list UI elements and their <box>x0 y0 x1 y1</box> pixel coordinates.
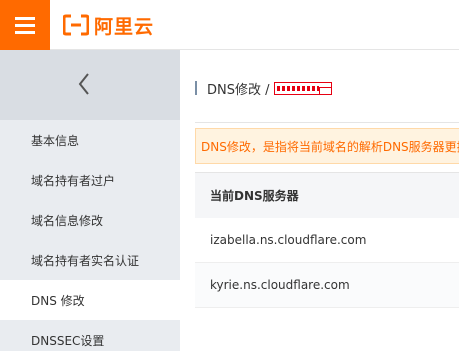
notice-text: DNS修改，是指将当前域名的解析DNS服务器更换 <box>201 139 459 154</box>
table-row: kyrie.ns.cloudflare.com <box>195 263 459 308</box>
dns-server-table: 当前DNS服务器 izabella.ns.cloudflare.com kyri… <box>195 172 459 308</box>
dns-server-value: izabella.ns.cloudflare.com <box>210 233 367 247</box>
sidebar-item-label: DNS 修改 <box>31 293 85 308</box>
dns-server-value: kyrie.ns.cloudflare.com <box>210 278 350 292</box>
menu-button[interactable] <box>0 0 50 50</box>
main-content: DNS修改 / DNS修改，是指将当前域名的解析DNS服务器更换 当前DNS服务… <box>180 50 459 351</box>
breadcrumb-current: DNS修改 / <box>207 82 270 98</box>
chevron-left-icon <box>78 73 89 95</box>
aliyun-logo-icon <box>62 14 90 36</box>
divider <box>195 122 459 123</box>
table-header: 当前DNS服务器 <box>195 173 459 218</box>
breadcrumb: DNS修改 / <box>195 80 332 98</box>
sidebar-item-dns-modify[interactable]: DNS 修改 <box>0 280 180 320</box>
sidebar-item-domain-info-edit[interactable]: 域名信息修改 <box>0 200 180 240</box>
sidebar-item-label: DNSSEC设置 <box>31 333 105 348</box>
sidebar: 基本信息 域名持有者过户 域名信息修改 域名持有者实名认证 DNS 修改 DNS… <box>0 50 180 351</box>
sidebar-item-label: 域名持有者过户 <box>31 173 116 188</box>
sidebar-item-dnssec[interactable]: DNSSEC设置 <box>0 320 180 360</box>
table-header-label: 当前DNS服务器 <box>210 189 299 203</box>
sidebar-item-holder-transfer[interactable]: 域名持有者过户 <box>0 160 180 200</box>
sidebar-item-label: 基本信息 <box>31 133 80 148</box>
table-row: izabella.ns.cloudflare.com <box>195 218 459 263</box>
logo-text: 阿里云 <box>94 15 155 38</box>
sidebar-item-label: 域名信息修改 <box>31 213 104 228</box>
dns-notice-banner: DNS修改，是指将当前域名的解析DNS服务器更换 <box>195 128 459 164</box>
aliyun-logo[interactable]: 阿里云 <box>62 11 155 39</box>
hamburger-menu-icon-line <box>15 31 35 34</box>
hamburger-menu-icon <box>15 17 35 20</box>
top-bar: 阿里云 <box>0 0 459 50</box>
breadcrumb-marker <box>195 81 197 95</box>
sidebar-item-label: 域名持有者实名认证 <box>31 253 140 268</box>
sidebar-collapse-button[interactable] <box>0 50 180 120</box>
redacted-domain-name <box>273 81 332 95</box>
hamburger-menu-icon-line <box>15 24 35 27</box>
sidebar-item-basic-info[interactable]: 基本信息 <box>0 120 180 160</box>
sidebar-item-real-name-verification[interactable]: 域名持有者实名认证 <box>0 240 180 280</box>
